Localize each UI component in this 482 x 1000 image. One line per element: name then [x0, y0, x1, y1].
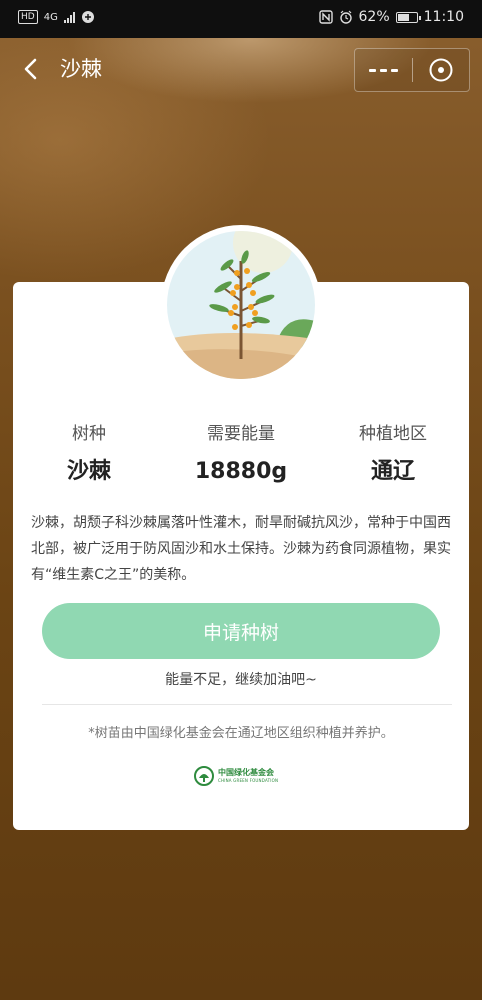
tree-description: 沙棘，胡颓子科沙棘属落叶性灌木，耐旱耐碱抗风沙，常种于中国西北部，被广泛用于防风… [31, 515, 451, 583]
network-type: 4G [43, 11, 58, 23]
signal-icon [63, 11, 75, 23]
mini-program-capsule [354, 48, 470, 92]
page-title: 沙棘 [60, 57, 102, 81]
status-left: HD 4G [18, 10, 95, 24]
clock: 11:10 [423, 9, 464, 25]
title-bar: 沙棘 [0, 38, 482, 102]
foundation-logo: 中国绿化基金会 CHINA GREEN FOUNDATION [194, 766, 278, 786]
battery-icon [395, 11, 421, 23]
stat-region: 种植地区 通辽 [317, 420, 469, 492]
battery-percent: 62% [358, 9, 390, 25]
stat-label: 需要能量 [207, 424, 275, 444]
planting-footnote: *树苗由中国绿化基金会在通辽地区组织种植并养护。 [88, 726, 394, 741]
alarm-icon [339, 10, 352, 24]
stat-species: 树种 沙棘 [13, 420, 165, 492]
hd-badge: HD [18, 10, 38, 24]
close-button[interactable] [413, 49, 469, 91]
more-button[interactable] [355, 49, 412, 91]
stat-value: 沙棘 [66, 459, 111, 484]
tree-stats: 树种 沙棘 需要能量 18880g 种植地区 通辽 [13, 420, 469, 500]
close-circle-icon [429, 58, 453, 82]
tree-illustration [167, 231, 315, 379]
logo-name-cn: 中国绿化基金会 [218, 768, 274, 777]
stat-label: 种植地区 [359, 424, 427, 444]
back-button[interactable] [16, 54, 46, 84]
battery-level [397, 13, 409, 21]
energy-hint: 能量不足，继续加油吧~ [165, 672, 317, 688]
status-right: 62% 11:10 [318, 9, 464, 25]
more-dots-icon [369, 68, 376, 72]
wifi-icon [81, 11, 94, 23]
stat-value: 18880g [194, 459, 288, 484]
nfc-icon [318, 10, 333, 24]
stat-label: 树种 [72, 424, 106, 444]
status-bar: HD 4G 62% 11:10 [0, 0, 482, 38]
divider [42, 704, 452, 705]
stat-value: 通辽 [370, 459, 415, 484]
logo-name-en: CHINA GREEN FOUNDATION [218, 778, 279, 783]
foundation-emblem-icon [194, 766, 214, 786]
chevron-left-icon [24, 58, 37, 80]
stat-energy: 需要能量 18880g [165, 420, 317, 492]
apply-plant-button[interactable]: 申请种树 [42, 603, 440, 659]
